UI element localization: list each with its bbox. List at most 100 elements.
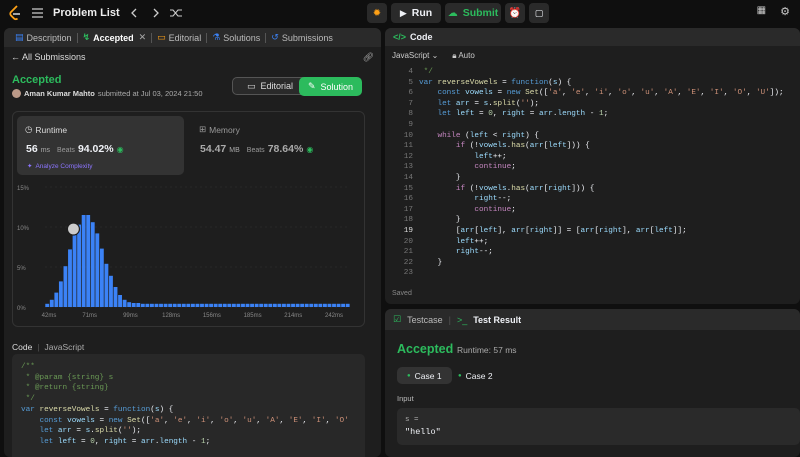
- input-label: Input: [397, 394, 414, 403]
- chart-bar: [68, 249, 72, 307]
- chevron-left-icon[interactable]: [130, 8, 140, 18]
- chart-bar: [345, 303, 350, 307]
- shuffle-icon[interactable]: [169, 8, 182, 18]
- problem-list-link[interactable]: Problem List: [53, 7, 120, 19]
- case-1-tab[interactable]: ● Case 1: [397, 367, 452, 384]
- chart-bar: [109, 275, 113, 307]
- memory-card[interactable]: ⊞ Memory 54.47 MB Beats 78.64% ◉: [191, 116, 361, 175]
- author-line: Aman Kumar Mahto submitted at Jul 03, 20…: [12, 89, 203, 98]
- author-name[interactable]: Aman Kumar Mahto: [24, 89, 95, 98]
- runtime-card[interactable]: ◷ Runtime 56 ms Beats 94.02% ◉ ✦ Analyze Compl…: [17, 116, 184, 175]
- editor-content[interactable]: 4 5 6 7 8 9 10 11 12 13 14 15 16 17 18 19 20 21 22 23 */ va…: [385, 67, 800, 282]
- y-tick-label: 5%: [17, 266, 26, 272]
- chart-bar: [209, 303, 214, 307]
- chart-bar: [327, 303, 332, 307]
- solution-button[interactable]: ✎ Solution: [299, 77, 362, 96]
- line-number: 5: [408, 78, 413, 87]
- chart-bar: [49, 299, 54, 307]
- status-dot: ●: [458, 372, 462, 379]
- submitted-time: submitted at Jul 03, 2024 21:50: [97, 89, 203, 98]
- line-number: 11: [403, 142, 413, 151]
- chevron-right-icon[interactable]: [150, 8, 160, 18]
- user-avatar-marker: [66, 222, 81, 236]
- chart-bar: [127, 302, 132, 307]
- tab-testcase[interactable]: Testcase: [407, 315, 443, 325]
- line-number: 21: [403, 248, 413, 257]
- chart-bar: [150, 303, 154, 307]
- x-tick-label: 242ms: [325, 313, 343, 319]
- input-var: s =: [405, 416, 419, 424]
- note-icon: ▢: [534, 7, 544, 18]
- editorial-button[interactable]: ▭ Editorial: [232, 77, 308, 95]
- line-numbers: 4 5 6 7 8 9 10 11 12 13 14 15 16 17 18 19 20 21 22 23: [385, 67, 413, 279]
- case-2-tab[interactable]: ● Case 2: [448, 367, 503, 384]
- layout-icon[interactable]: ▦: [757, 5, 766, 18]
- input-box: s = "hello": [397, 408, 800, 445]
- run-button[interactable]: ▶ Run: [391, 3, 441, 23]
- chart-bar: [245, 303, 250, 307]
- chart-bar: [313, 303, 318, 307]
- language-select[interactable]: JavaScript ⌄: [392, 51, 438, 60]
- back-link[interactable]: ← All Submissions: [11, 52, 86, 62]
- chart-bar: [131, 303, 136, 307]
- tab-description[interactable]: ▤ Description: [10, 28, 77, 47]
- chart-bar: [140, 303, 145, 307]
- chart-bar: [181, 303, 186, 307]
- list-icon[interactable]: [32, 8, 43, 18]
- badge-icon: ◉: [306, 145, 314, 154]
- leetcode-logo-icon[interactable]: [8, 5, 22, 21]
- chart-bar: [204, 303, 209, 307]
- chart-bar: [254, 303, 259, 307]
- auto-toggle[interactable]: 🔒︎ Auto: [452, 51, 475, 61]
- tab-editorial[interactable]: ▭ Editorial: [152, 28, 206, 47]
- tab-test-result[interactable]: Test Result: [473, 315, 521, 325]
- editor-tabs: </> Code: [385, 28, 800, 46]
- chart-bar: [304, 303, 309, 307]
- tab-code[interactable]: Code: [410, 32, 433, 42]
- chart-bar: [95, 233, 100, 307]
- tab-accepted[interactable]: ↯ Accepted ✕: [78, 28, 152, 47]
- line-number: 16: [403, 195, 413, 204]
- submit-button[interactable]: ☁ Submit: [445, 3, 501, 23]
- x-tick-label: 71ms: [82, 313, 97, 319]
- chart-bar: [113, 287, 118, 307]
- runtime-distribution-chart[interactable]: 15% 10% 5% 0% 42ms 71ms 99ms 128ms 156ms 185ms 214…: [17, 178, 362, 326]
- book-icon: ▭: [157, 32, 166, 42]
- chart-bar: [177, 303, 182, 307]
- tab-solutions[interactable]: ⚗ Solutions: [207, 28, 265, 47]
- code-icon: </>: [393, 32, 407, 42]
- saved-status: Saved: [392, 290, 412, 297]
- edit-icon: ✎: [307, 81, 316, 91]
- submission-subbar: ← All Submissions 🔗︎: [4, 47, 381, 67]
- chart-bar: [136, 303, 141, 307]
- chart-bar: [277, 303, 282, 307]
- input-value: "hello": [405, 427, 441, 437]
- chart-bar: [63, 266, 68, 307]
- line-number: 8: [408, 110, 413, 119]
- line-number: 12: [403, 152, 413, 161]
- chart-bar: [241, 303, 245, 307]
- result-runtime: Runtime: 57 ms: [457, 345, 517, 355]
- chart-bar: [99, 248, 104, 307]
- chart-bar: [295, 303, 300, 307]
- link-icon[interactable]: 🔗︎: [363, 52, 374, 63]
- chart-bar: [282, 303, 286, 307]
- chart-bar: [332, 303, 336, 307]
- gear-icon[interactable]: ⚙: [780, 5, 790, 18]
- notes-button[interactable]: ▢: [529, 3, 549, 23]
- line-number: 9: [408, 120, 413, 129]
- y-tick-label: 0%: [17, 306, 26, 312]
- submitted-code: /** * @param {string} s * @return {strin…: [12, 354, 365, 457]
- play-icon: ▶: [399, 7, 407, 18]
- tab-submissions[interactable]: ↺ Submissions: [266, 28, 338, 47]
- x-tick-label: 156ms: [203, 313, 221, 319]
- avatar[interactable]: [12, 89, 21, 98]
- bug-icon: ✹: [372, 7, 382, 19]
- chart-bar: [227, 303, 232, 307]
- memory-beats: 78.64%: [267, 143, 304, 155]
- debug-button[interactable]: ✹: [367, 3, 387, 23]
- analyze-complexity-link[interactable]: ✦ Analyze Complexity: [27, 162, 93, 171]
- chart-bar: [318, 303, 323, 307]
- timer-button[interactable]: ⏰: [505, 3, 525, 23]
- close-icon[interactable]: ✕: [139, 32, 147, 43]
